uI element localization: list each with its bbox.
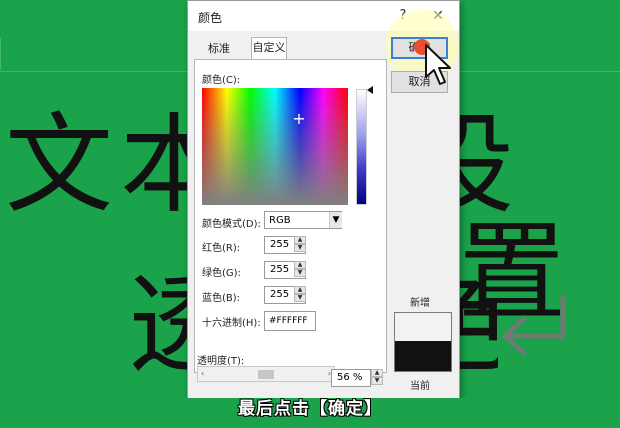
tab-standard[interactable]: 标准: [200, 39, 238, 59]
color-model-label: 颜色模式(D):: [202, 219, 261, 230]
current-color-swatch: [395, 341, 451, 371]
luminance-arrow-icon[interactable]: [367, 86, 373, 94]
transparency-label: 透明度(T):: [197, 356, 245, 367]
chevron-down-icon[interactable]: ▼: [329, 212, 342, 228]
color-spectrum[interactable]: [202, 88, 348, 205]
tab-custom[interactable]: 自定义: [251, 37, 287, 60]
slide-text-char-1: 文: [5, 103, 114, 228]
dialog-title: 颜色: [198, 11, 223, 25]
colors-label: 颜色(C):: [202, 75, 241, 86]
transparency-stepper[interactable]: ▲ ▼: [371, 369, 383, 387]
green-stepper[interactable]: ▲ ▼: [294, 261, 306, 279]
new-color-label: 新增: [410, 298, 430, 309]
hex-label: 十六进制(H):: [202, 318, 261, 329]
color-dialog: 颜色 ? ✕ 标准 自定义 颜色(C): + 颜色模式(D): RGB ▼ 红色…: [187, 0, 460, 400]
slide-text-line2-right: 色: [458, 272, 498, 380]
enter-arrow-icon: [501, 296, 566, 356]
red-label: 红色(R):: [202, 243, 241, 254]
transparency-input[interactable]: 56 %: [331, 369, 371, 387]
luminance-slider[interactable]: [356, 89, 367, 205]
blue-stepper[interactable]: ▲ ▼: [294, 286, 306, 304]
new-color-swatch: [395, 313, 451, 341]
green-label: 绿色(G):: [202, 268, 241, 279]
subtitle-caption: 最后点击【确定】: [238, 399, 382, 419]
transparency-thumb[interactable]: [258, 370, 274, 379]
current-color-label: 当前: [410, 381, 430, 392]
crosshair-icon: +: [292, 109, 306, 128]
chevron-left-icon[interactable]: ‹: [201, 369, 204, 378]
blue-label: 蓝色(B):: [202, 293, 241, 304]
slide-text-line2-left: 透: [128, 272, 188, 380]
mouse-cursor-icon: [425, 44, 451, 85]
transparency-slider[interactable]: ‹ ›: [197, 366, 335, 382]
hex-input[interactable]: #FFFFFF: [264, 311, 316, 331]
slide-border-left: [0, 38, 9, 70]
slide-text-char-2: 本: [120, 112, 187, 220]
color-preview: [394, 312, 452, 372]
red-stepper[interactable]: ▲ ▼: [294, 236, 306, 254]
